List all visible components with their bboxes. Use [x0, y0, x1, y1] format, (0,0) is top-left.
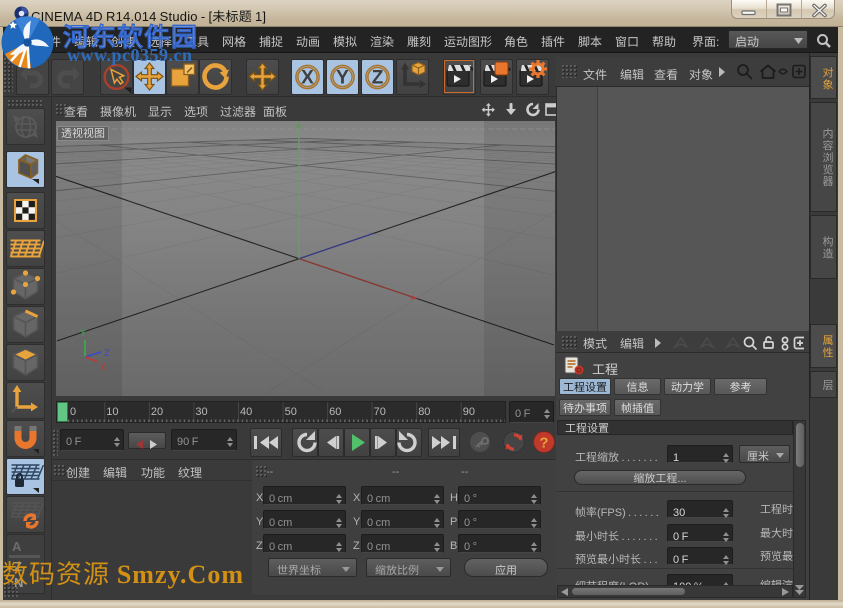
svg-text:A: A — [12, 539, 22, 554]
svg-text:10: 10 — [106, 406, 118, 418]
svg-text:0: 0 — [70, 406, 76, 418]
svg-text:X: X — [100, 360, 106, 373]
svg-text:60: 60 — [329, 406, 341, 418]
svg-text:40: 40 — [240, 406, 252, 418]
svg-text:?: ? — [539, 435, 548, 452]
svg-text:90: 90 — [463, 406, 475, 418]
svg-text:Z: Z — [104, 346, 110, 359]
svg-text:80: 80 — [418, 406, 430, 418]
svg-text:30: 30 — [195, 406, 207, 418]
svg-text:20: 20 — [151, 406, 163, 418]
svg-text:X: X — [301, 68, 314, 89]
svg-text:Y: Y — [336, 68, 349, 89]
svg-text:Z: Z — [372, 68, 384, 89]
svg-text:50: 50 — [285, 406, 297, 418]
svg-text:70: 70 — [374, 406, 386, 418]
svg-text:Y: Y — [80, 326, 86, 339]
